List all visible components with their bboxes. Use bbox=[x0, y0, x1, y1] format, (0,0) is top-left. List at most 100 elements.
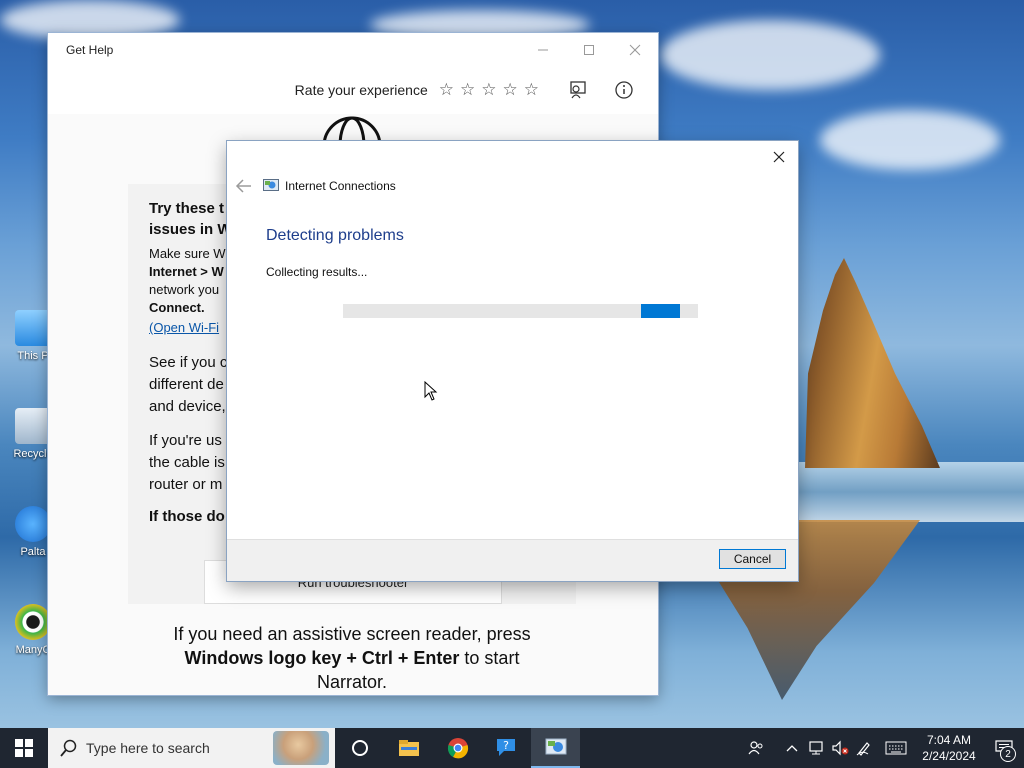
network-icon bbox=[809, 741, 823, 755]
troubleshooter-taskbar-button[interactable] bbox=[531, 728, 580, 768]
progress-bar bbox=[343, 304, 698, 318]
dialog-footer: Cancel bbox=[227, 539, 798, 581]
dialog-app-title: Internet Connections bbox=[285, 179, 396, 193]
star-4-icon[interactable]: ☆ bbox=[503, 80, 518, 100]
card-text-line: different de bbox=[149, 376, 224, 393]
card-text-line: Internet > W bbox=[149, 264, 224, 279]
maximize-button[interactable] bbox=[566, 33, 612, 66]
get-help-titlebar[interactable]: Get Help bbox=[48, 33, 658, 66]
card-text-line: If you're us bbox=[149, 432, 222, 449]
star-1-icon[interactable]: ☆ bbox=[439, 80, 454, 100]
narrator-text-line: Narrator. bbox=[316, 672, 388, 692]
troubleshooter-icon bbox=[263, 179, 279, 191]
search-highlight-image bbox=[273, 731, 329, 765]
narrator-text: to start bbox=[459, 648, 520, 668]
chrome-icon bbox=[447, 738, 468, 759]
card-heading: Try these t issues in W bbox=[149, 198, 232, 240]
feedback-icon bbox=[570, 81, 586, 99]
pen-icon bbox=[856, 742, 870, 756]
card-text-line: network you bbox=[149, 282, 220, 297]
keyboard-icon bbox=[885, 741, 907, 755]
card-paragraph-device: See if you c different de and device, bbox=[149, 352, 227, 418]
star-2-icon[interactable]: ☆ bbox=[460, 80, 475, 100]
file-explorer-icon bbox=[398, 740, 419, 756]
status-text: Collecting results... bbox=[266, 265, 368, 279]
manycam-icon bbox=[15, 604, 51, 640]
internet-connections-dialog: Internet Connections Detecting problems … bbox=[227, 141, 798, 581]
close-icon bbox=[773, 151, 785, 163]
window-controls bbox=[520, 33, 658, 66]
system-tray: 7:04 AM 2/24/2024 2 bbox=[744, 728, 1024, 768]
maximize-icon bbox=[584, 44, 594, 55]
star-3-icon[interactable]: ☆ bbox=[481, 80, 496, 100]
clock-date: 2/24/2024 bbox=[922, 749, 976, 763]
narrator-hint: If you need an assistive screen reader, … bbox=[128, 622, 576, 694]
feedback-button[interactable] bbox=[566, 78, 590, 102]
recycle-bin-icon bbox=[15, 408, 51, 444]
progress-bar-fill bbox=[641, 304, 681, 318]
card-text-line: and device, bbox=[149, 398, 226, 415]
wallpaper-cloud bbox=[820, 110, 1000, 170]
chevron-up-icon bbox=[786, 745, 798, 752]
close-icon bbox=[629, 44, 641, 55]
detecting-problems-heading: Detecting problems bbox=[266, 227, 404, 244]
info-icon bbox=[615, 81, 633, 99]
paltalk-icon bbox=[15, 506, 51, 542]
taskbar-search-box[interactable]: Type here to search bbox=[48, 728, 335, 768]
start-button[interactable] bbox=[0, 728, 48, 768]
info-button[interactable] bbox=[612, 78, 636, 102]
minimize-button[interactable] bbox=[520, 33, 566, 66]
close-button[interactable] bbox=[612, 33, 658, 66]
computer-icon bbox=[15, 310, 51, 346]
network-button[interactable] bbox=[804, 728, 828, 768]
taskbar: Type here to search ? 7:04 AM 2/24/2024 … bbox=[0, 728, 1024, 768]
mouse-cursor-icon bbox=[424, 381, 438, 401]
narrator-text-line: Windows logo key + Ctrl + Enter to start bbox=[128, 646, 576, 670]
people-icon bbox=[748, 741, 763, 755]
file-explorer-button[interactable] bbox=[384, 728, 433, 768]
get-help-taskbar-button[interactable]: ? bbox=[482, 728, 531, 768]
taskbar-clock[interactable]: 7:04 AM 2/24/2024 bbox=[914, 732, 984, 764]
action-center-button[interactable]: 2 bbox=[984, 728, 1024, 768]
card-paragraph-fallback: If those do bbox=[149, 508, 225, 525]
star-5-icon[interactable]: ☆ bbox=[524, 80, 539, 100]
card-paragraph-wifi: Make sure W Internet > W network you Con… bbox=[149, 245, 226, 337]
cortana-icon bbox=[351, 740, 368, 756]
get-help-icon: ? bbox=[496, 739, 515, 756]
wallpaper-cloud bbox=[660, 20, 880, 90]
card-heading-line: Try these t bbox=[149, 200, 225, 217]
card-text-line: Make sure W bbox=[149, 246, 226, 261]
show-hidden-icons-button[interactable] bbox=[780, 728, 804, 768]
open-wifi-settings-link[interactable]: (Open Wi-Fi bbox=[149, 319, 226, 337]
chrome-button[interactable] bbox=[433, 728, 482, 768]
narrator-text-line: If you need an assistive screen reader, … bbox=[173, 624, 531, 644]
dialog-close-button[interactable] bbox=[764, 145, 794, 169]
cortana-button[interactable] bbox=[335, 728, 384, 768]
card-heading-line: issues in W bbox=[149, 221, 232, 238]
people-button[interactable] bbox=[744, 728, 768, 768]
card-text-line: the cable is bbox=[149, 454, 225, 471]
notification-count-badge: 2 bbox=[1000, 746, 1016, 762]
card-paragraph-cable: If you're us the cable is router or m bbox=[149, 430, 225, 496]
narrator-shortcut: Windows logo key + Ctrl + Enter bbox=[184, 648, 460, 668]
back-arrow-icon[interactable] bbox=[235, 179, 253, 193]
card-text-line: See if you c bbox=[149, 354, 228, 371]
windows-logo-icon bbox=[15, 739, 33, 757]
touch-keyboard-button[interactable] bbox=[884, 728, 908, 768]
volume-button[interactable] bbox=[828, 728, 852, 768]
clock-time: 7:04 AM bbox=[926, 733, 972, 747]
search-icon bbox=[60, 739, 77, 757]
troubleshooter-icon bbox=[545, 738, 566, 755]
pen-workspace-button[interactable] bbox=[852, 728, 876, 768]
search-placeholder: Type here to search bbox=[86, 740, 210, 756]
wallpaper-rock bbox=[805, 258, 940, 468]
get-help-toolbar: Rate your experience ☆ ☆ ☆ ☆ ☆ bbox=[48, 66, 658, 115]
window-title: Get Help bbox=[66, 42, 114, 57]
volume-muted-icon bbox=[832, 740, 849, 756]
minimize-icon bbox=[538, 49, 548, 50]
cancel-button[interactable]: Cancel bbox=[719, 549, 786, 569]
rate-experience-label: Rate your experience bbox=[294, 82, 428, 98]
card-text-line: router or m bbox=[149, 476, 223, 493]
card-text-line: Connect. bbox=[149, 300, 205, 315]
svg-text:?: ? bbox=[503, 739, 509, 752]
